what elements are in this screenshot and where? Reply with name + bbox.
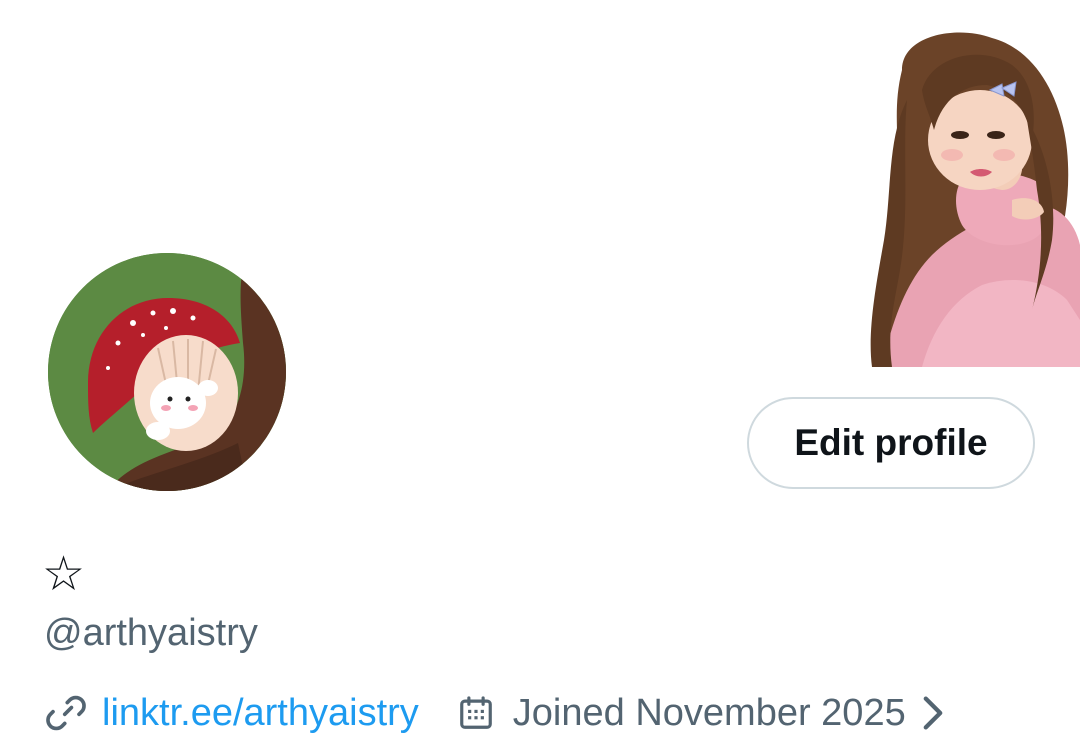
handle: @arthyaistry — [44, 612, 258, 654]
chevron-right-icon[interactable] — [922, 695, 944, 731]
avatar[interactable] — [48, 253, 286, 491]
website-link[interactable]: linktr.ee/arthyaistry — [102, 692, 419, 735]
link-icon — [44, 691, 88, 735]
edit-profile-button[interactable]: Edit profile — [747, 397, 1035, 489]
joined-date: Joined November 2025 — [512, 691, 906, 734]
banner-illustration — [862, 30, 1080, 367]
calendar-icon — [457, 693, 495, 733]
display-name: ☆ — [42, 546, 86, 602]
profile-meta-row: linktr.ee/arthyaistry Joined November 20… — [44, 688, 944, 738]
